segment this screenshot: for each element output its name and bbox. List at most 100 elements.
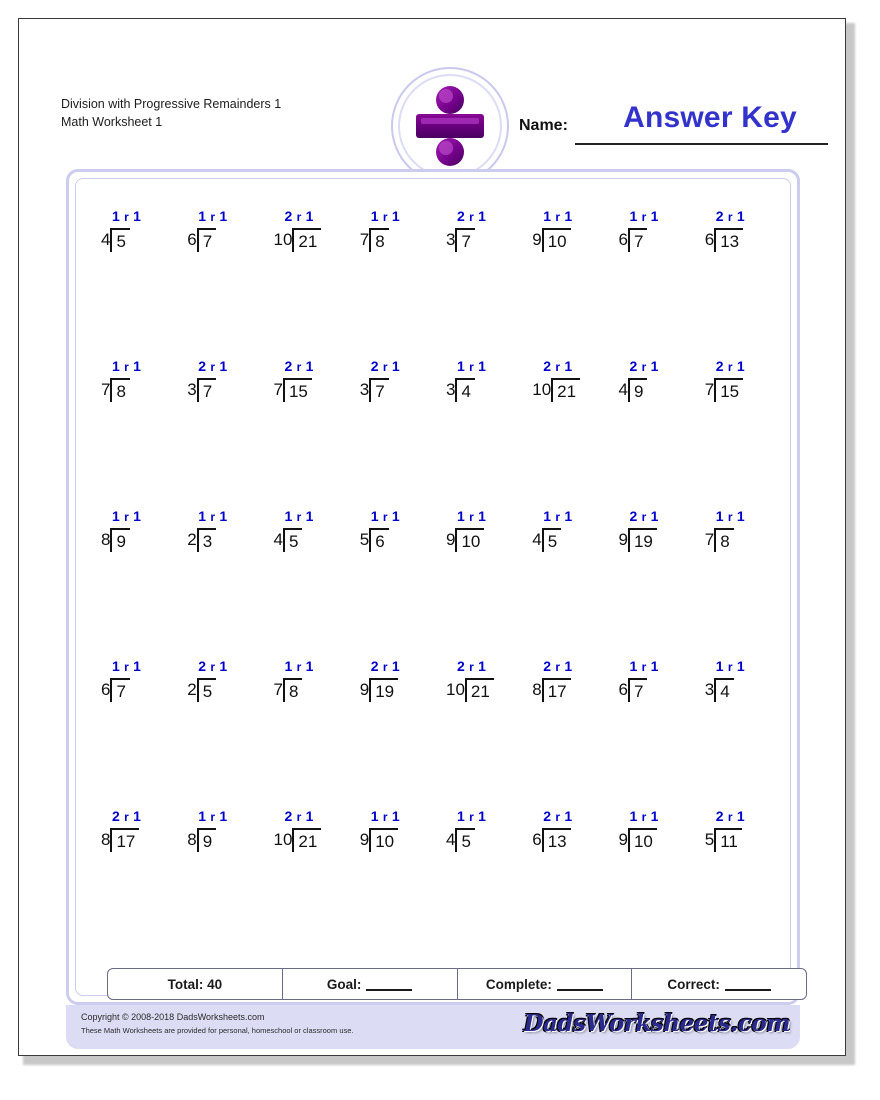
problem-cell: 1 r 145 bbox=[89, 208, 175, 358]
quotient-answer: 1 r 1 bbox=[370, 808, 400, 824]
problem-cell: 2 r 1 7 15 bbox=[262, 358, 348, 508]
divisor: 3 bbox=[446, 380, 456, 399]
quotient-answer: 1 r 1 bbox=[629, 808, 659, 824]
division-problem: 2 r 1 7 15 bbox=[274, 358, 314, 402]
problem-cell: 2 r 1 9 19 bbox=[348, 658, 434, 808]
divisor: 10 bbox=[273, 230, 293, 249]
quotient-answer: 2 r 1 bbox=[284, 808, 314, 824]
problem-cell: 1 r 1 9 10 bbox=[434, 508, 520, 658]
worksheet-page: Division with Progressive Remainders 1 M… bbox=[18, 18, 846, 1056]
quotient-answer: 1 r 1 bbox=[629, 208, 659, 224]
division-bracket: 6 bbox=[369, 528, 389, 552]
division-problem: 1 r 1 9 10 bbox=[446, 508, 486, 552]
divisor: 3 bbox=[187, 380, 197, 399]
problem-cell: 1 r 1 9 10 bbox=[607, 808, 693, 958]
problem-row: 2 r 1 8 17 1 r 1892 r 1 10 21 1 r 1 9 10 1 r 1452… bbox=[89, 808, 779, 958]
score-total-label: Total: 40 bbox=[167, 976, 223, 992]
division-bracket: 9 bbox=[627, 378, 648, 402]
problem-cell: 1 r 189 bbox=[89, 508, 175, 658]
divisor: 6 bbox=[101, 680, 111, 699]
problem-cell: 2 r 137 bbox=[434, 208, 520, 358]
division-symbol-icon bbox=[416, 86, 484, 166]
division-problem: 1 r 134 bbox=[704, 658, 745, 702]
division-bracket: 8 bbox=[369, 228, 389, 252]
worksheet-subtitle: Math Worksheet 1 bbox=[61, 115, 163, 130]
division-problem: 1 r 1 9 10 bbox=[532, 208, 572, 252]
division-bracket: 10 bbox=[627, 828, 657, 852]
dividend: 5 bbox=[202, 682, 213, 701]
score-complete[interactable]: Complete: bbox=[458, 969, 633, 999]
quotient-answer: 1 r 1 bbox=[284, 508, 314, 524]
problem-cell: 1 r 167 bbox=[175, 208, 261, 358]
quotient-answer: 2 r 1 bbox=[543, 658, 573, 674]
division-bracket: 9 bbox=[196, 828, 217, 852]
score-goal-blank[interactable] bbox=[366, 978, 413, 991]
problem-row: 1 r 1891 r 1231 r 1451 r 1561 r 1 9 10 1 r … bbox=[89, 508, 779, 658]
problems-grid: 1 r 1451 r 1672 r 1 10 21 1 r 1782 r 1371 r… bbox=[89, 208, 779, 958]
divisor: 3 bbox=[359, 380, 370, 399]
score-correct-blank[interactable] bbox=[724, 978, 771, 991]
division-problem: 1 r 134 bbox=[446, 358, 486, 402]
division-problem: 2 r 1 7 15 bbox=[705, 358, 745, 402]
divisor: 4 bbox=[101, 230, 111, 249]
division-bracket: 7 bbox=[627, 678, 648, 702]
quotient-answer: 1 r 1 bbox=[112, 658, 141, 674]
name-input-rule[interactable] bbox=[575, 143, 828, 145]
score-goal[interactable]: Goal: bbox=[283, 969, 458, 999]
division-bracket: 5 bbox=[541, 528, 562, 552]
dividend: 9 bbox=[202, 832, 213, 851]
division-bracket: 7 bbox=[455, 228, 475, 252]
problem-cell: 2 r 1 5 11 bbox=[693, 808, 779, 958]
division-problem: 1 r 145 bbox=[446, 808, 486, 852]
division-problem: 2 r 137 bbox=[446, 208, 486, 252]
score-goal-label: Goal: bbox=[326, 976, 362, 992]
quotient-answer: 2 r 1 bbox=[629, 508, 659, 524]
quotient-answer: 2 r 1 bbox=[543, 808, 573, 824]
divisor: 4 bbox=[273, 530, 283, 549]
dividend: 6 bbox=[375, 532, 385, 551]
score-correct[interactable]: Correct: bbox=[632, 969, 806, 999]
divisor: 7 bbox=[101, 380, 111, 399]
dividend: 7 bbox=[116, 682, 126, 701]
divisor: 7 bbox=[704, 530, 715, 549]
division-problem: 1 r 167 bbox=[619, 658, 658, 702]
division-problem: 2 r 1 9 19 bbox=[360, 658, 400, 702]
quotient-answer: 2 r 1 bbox=[198, 658, 228, 674]
copyright-text: Copyright © 2008-2018 DadsWorksheets.com bbox=[81, 1012, 265, 1022]
quotient-answer: 2 r 1 bbox=[198, 358, 228, 374]
divisor: 3 bbox=[704, 680, 715, 699]
division-problem: 2 r 125 bbox=[187, 658, 227, 702]
division-bracket: 7 bbox=[369, 378, 389, 402]
division-problem: 2 r 1 9 19 bbox=[619, 508, 659, 552]
division-bracket: 7 bbox=[627, 228, 648, 252]
division-problem: 1 r 1 9 10 bbox=[360, 808, 400, 852]
divisor: 6 bbox=[532, 830, 542, 849]
problem-cell: 1 r 1 9 10 bbox=[348, 808, 434, 958]
divisor: 9 bbox=[618, 830, 628, 849]
divisor: 3 bbox=[446, 230, 456, 249]
page-title: Division with Progressive Remainders 1 M… bbox=[61, 95, 281, 131]
quotient-answer: 1 r 1 bbox=[370, 508, 400, 524]
name-field-block: Name: Answer Key bbox=[519, 97, 828, 151]
quotient-answer: 1 r 1 bbox=[715, 508, 745, 524]
quotient-answer: 2 r 1 bbox=[112, 808, 141, 824]
quotient-answer: 2 r 1 bbox=[284, 358, 314, 374]
dividend: 7 bbox=[461, 232, 471, 251]
division-bracket: 8 bbox=[714, 528, 734, 552]
dividend: 21 bbox=[557, 382, 577, 401]
divisor: 6 bbox=[704, 230, 715, 249]
divisor: 4 bbox=[618, 380, 628, 399]
divisor: 8 bbox=[532, 680, 542, 699]
quotient-answer: 1 r 1 bbox=[543, 508, 573, 524]
problem-cell: 2 r 1 9 19 bbox=[607, 508, 693, 658]
divisor: 8 bbox=[187, 830, 197, 849]
dividend: 10 bbox=[633, 832, 653, 851]
dividend: 8 bbox=[375, 232, 385, 251]
score-complete-blank[interactable] bbox=[556, 978, 603, 991]
quotient-answer: 1 r 1 bbox=[629, 658, 659, 674]
divisor: 9 bbox=[532, 230, 542, 249]
problem-cell: 1 r 123 bbox=[175, 508, 261, 658]
problem-cell: 1 r 178 bbox=[262, 658, 348, 808]
divisor: 8 bbox=[101, 530, 111, 549]
dividend: 13 bbox=[547, 832, 567, 851]
